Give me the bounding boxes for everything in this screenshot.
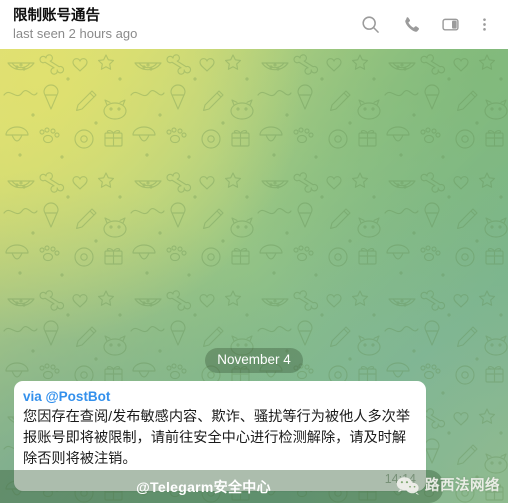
bot-action-button-label: @Telegarm安全中心 (136, 478, 271, 495)
chat-message-area: November 4 via @PostBot 您因存在查阅/发布敏感内容、欺诈… (0, 49, 508, 503)
sidebar-panel-icon[interactable] (430, 5, 470, 45)
message-via-label[interactable]: via @PostBot (23, 388, 417, 406)
peer-status: last seen 2 hours ago (13, 26, 138, 42)
telegram-chat-window: 限制账号通告 last seen 2 hours ago November 4 … (0, 0, 508, 503)
header-actions (350, 0, 498, 49)
more-vertical-icon[interactable] (470, 5, 498, 45)
bot-action-button[interactable]: @Telegarm安全中心 (0, 470, 443, 503)
date-badge-row: November 4 (0, 348, 508, 373)
chat-header: 限制账号通告 last seen 2 hours ago (0, 0, 508, 49)
chat-peer-info[interactable]: 限制账号通告 last seen 2 hours ago (13, 9, 137, 41)
search-icon[interactable] (350, 5, 390, 45)
wechat-logo-icon (396, 477, 419, 495)
page-title: 限制账号通告 (13, 7, 100, 24)
watermark: 路西法网络 (396, 476, 500, 496)
watermark-text: 路西法网络 (425, 477, 500, 494)
phone-icon[interactable] (390, 5, 430, 45)
message-text: 您因存在查阅/发布敏感内容、欺诈、骚扰等行为被他人多次举报账号即将被限制，请前往… (23, 409, 411, 467)
date-badge[interactable]: November 4 (205, 348, 303, 373)
